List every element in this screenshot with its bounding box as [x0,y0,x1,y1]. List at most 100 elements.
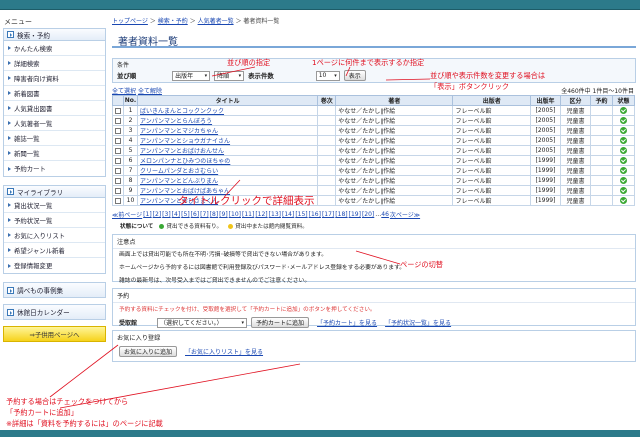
title-link[interactable]: アンパンマンとマジカちゃん [140,128,218,135]
annotation-sort: 並び順の指定 [227,58,271,67]
table-toolbar: 全て選択 全て解除 全460件中 1件目〜10件目 [112,86,636,95]
row-checkbox-cell [112,175,124,186]
order-select[interactable]: 降順 [214,70,245,81]
sidebar-item[interactable]: 詳細検索 [4,56,105,71]
add-to-cart-button[interactable]: 予約カートに追加 [251,317,310,328]
sidebar-item[interactable]: 希望ジャンル新着 [4,243,105,258]
page-link[interactable]: [11] [242,211,254,218]
page-link[interactable]: [16] [309,211,321,218]
title-link[interactable]: アンパンマンとどんぶりまん [140,178,218,185]
title-link[interactable]: メロンパンナとひみつのほちゃの [140,158,230,165]
page-link[interactable]: [9] [219,211,228,218]
view-reserve-status-link[interactable]: 「予約状況一覧」を見る [385,318,451,327]
table-cell: やなせ／たかし∥作絵 [335,115,454,126]
view-favorites-link[interactable]: 「お気に入りリスト」を見る [185,347,263,356]
row-checkbox-cell [112,185,124,196]
title-link[interactable]: ばいきんまんとコックンクック [140,108,224,115]
closed-days-calendar-link[interactable]: 休館日カレンダー [4,305,105,319]
show-button[interactable]: 表示 [343,70,366,81]
count-select[interactable]: 10 [315,70,340,81]
sidebar-item[interactable]: 新聞一覧 [4,146,105,161]
sidebar-item[interactable]: 雑誌一覧 [4,131,105,146]
mylibrary-header[interactable]: マイライブラリ [4,186,105,198]
sort-select[interactable]: 出版年 [172,70,211,81]
row-checkbox[interactable] [115,107,121,114]
select-all-link[interactable]: 全て選択 [112,88,136,95]
sidebar-item[interactable]: 予約状況一覧 [4,213,105,228]
row-checkbox[interactable] [115,147,121,154]
page-link[interactable]: [1] [143,211,152,218]
favorites-box: お気に入り登録 お気に入りに追加 「お気に入りリスト」を見る [112,330,636,362]
clear-all-link[interactable]: 全て解除 [138,88,162,95]
page-link[interactable]: [14] [282,211,294,218]
page-link[interactable]: [20] [362,211,374,218]
last-page-link[interactable]: 46 [381,211,389,218]
page-links: [1][2][3][4][5][6][7][8][9][10][11][12][… [143,211,375,218]
sidebar-item[interactable]: 予約カート [4,161,105,176]
page-link[interactable]: [13] [269,211,281,218]
row-checkbox[interactable] [115,137,121,144]
title-link[interactable]: アンパンマンとショウガナイさん [140,138,230,145]
table-cell: 9 [123,185,138,196]
table-cell: [1999] [530,155,561,166]
page-link[interactable]: [10] [229,211,241,218]
row-checkbox[interactable] [115,187,121,194]
status-cell [612,115,635,126]
title-link[interactable]: クリームパンダとおさむらい [140,168,218,175]
search-reserve-header[interactable]: 検索・予約 [4,29,105,41]
column-header: 状態 [612,95,635,106]
table-cell: フレーベル館 [452,125,531,136]
page-link[interactable]: [8] [210,211,219,218]
breadcrumb-top[interactable]: トップページ [112,18,148,25]
page-link[interactable]: [19] [349,211,361,218]
sidebar-item[interactable]: 登録情報変更 [4,258,105,273]
page-link[interactable]: [15] [295,211,307,218]
reference-cases-link[interactable]: 調べもの事例集 [4,283,105,297]
sidebar-item[interactable]: お気に入りリスト [4,228,105,243]
available-icon [620,117,627,124]
notes-line-3: 雑誌の最新号は、次号受入まではご貸出できませんのでご注意ください。 [119,278,311,284]
table-cell [317,195,337,206]
table-cell [317,155,337,166]
page-link[interactable]: [12] [255,211,267,218]
breadcrumb-popular[interactable]: 人気著者一覧 [198,18,234,25]
row-checkbox[interactable] [115,127,121,134]
table-cell: やなせ／たかし∥作絵 [335,165,454,176]
sidebar-item[interactable]: 新着図書 [4,86,105,101]
title-link[interactable]: アンパンマンとらんぼろう [140,118,212,125]
row-checkbox[interactable] [115,117,121,124]
breadcrumb-current: 著者資料一覧 [243,18,280,25]
page-link[interactable]: [18] [335,211,347,218]
sidebar-item[interactable]: かんたん検索 [4,41,105,56]
page-link[interactable]: [2] [153,211,162,218]
sidebar-item[interactable]: 障害者向け資料 [4,71,105,86]
add-favorite-button[interactable]: お気に入りに追加 [119,346,178,357]
table-row: 4 アンパンマンとショウガナイさん やなせ／たかし∥作絵 フレーベル館 [2005] 児童… [112,135,635,146]
next-page-link[interactable]: 次ページ≫ [390,210,420,219]
page-link[interactable]: [5] [181,211,190,218]
page-link[interactable]: [6] [191,211,200,218]
table-cell: 児童書 [560,135,591,146]
column-header: 巻次 [317,95,337,106]
row-checkbox-cell [112,115,124,126]
sidebar-item[interactable]: 人気貸出図書 [4,101,105,116]
row-checkbox[interactable] [115,167,121,174]
row-checkbox[interactable] [115,157,121,164]
title-cell: アンパンマンとどんぶりまん [136,175,319,186]
title-link[interactable]: アンパンマンとおばけおんせん [140,148,224,155]
sidebar-item[interactable]: 貸出状況一覧 [4,198,105,213]
table-cell [317,125,337,136]
pickup-select[interactable]: （選択してください。） [157,317,248,328]
breadcrumb-search[interactable]: 検索・予約 [158,18,188,25]
page-link[interactable]: [7] [200,211,209,218]
row-checkbox[interactable] [115,197,121,204]
kids-page-button[interactable]: ⇒子供用ページへ [3,326,106,342]
view-cart-link[interactable]: 「予約カート」を見る [317,318,377,327]
page-link[interactable]: [17] [322,211,334,218]
row-checkbox[interactable] [115,177,121,184]
sidebar-item[interactable]: 人気著者一覧 [4,116,105,131]
page-link[interactable]: [3] [162,211,171,218]
arrow-icon [7,308,14,316]
prev-page-link[interactable]: ≪前ページ [112,210,142,219]
page-link[interactable]: [4] [172,211,181,218]
